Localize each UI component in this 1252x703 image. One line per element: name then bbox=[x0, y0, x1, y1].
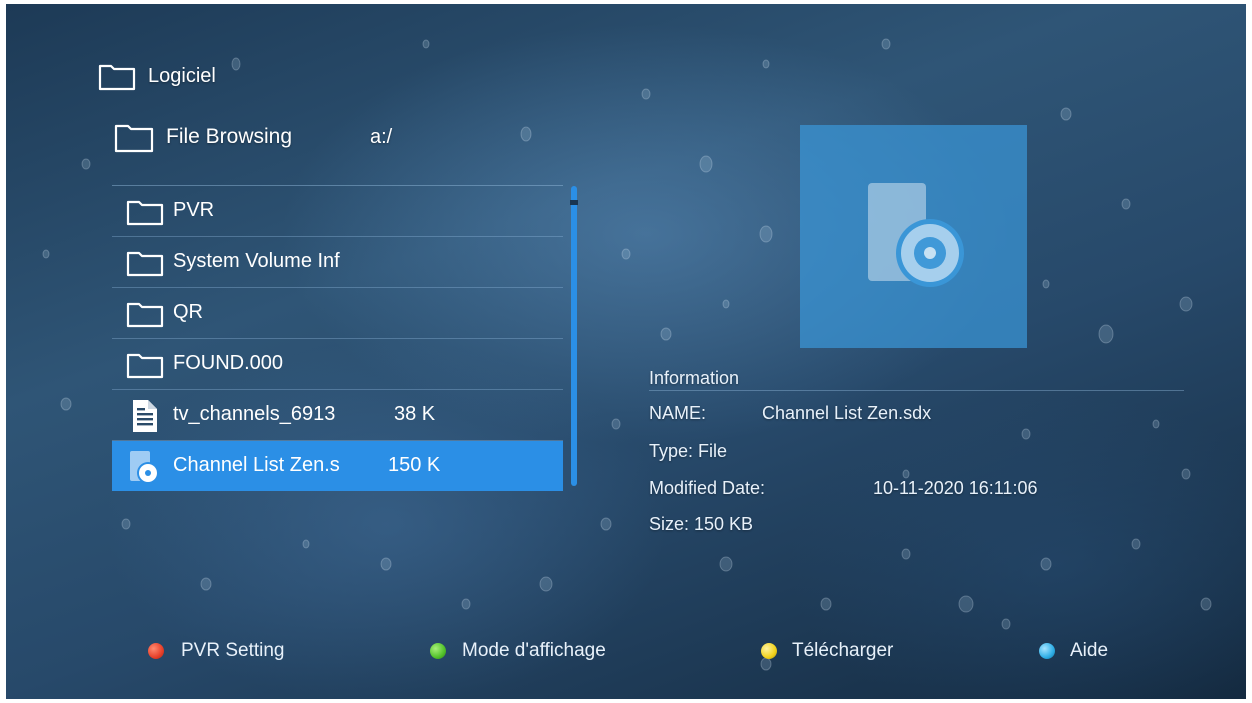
yellow-button-icon bbox=[761, 643, 777, 659]
disc-file-icon bbox=[130, 451, 159, 484]
file-size: 38 K bbox=[394, 403, 436, 425]
blue-button-icon bbox=[1039, 643, 1055, 659]
yellow-key-label: Télécharger bbox=[792, 640, 894, 661]
list-item[interactable]: QR bbox=[112, 288, 563, 339]
folder-icon bbox=[126, 251, 164, 277]
list-item[interactable]: tv_channels_6913 38 K bbox=[112, 390, 563, 441]
list-item[interactable]: System Volume Inf bbox=[112, 237, 563, 288]
green-key-display-mode[interactable]: Mode d'affichage bbox=[428, 640, 668, 666]
list-item[interactable]: PVR bbox=[112, 186, 563, 237]
info-size: Size: 150 KB bbox=[649, 514, 754, 534]
green-button-icon bbox=[430, 643, 446, 659]
disc-file-icon bbox=[868, 183, 964, 287]
file-name: Channel List Zen.s bbox=[173, 454, 340, 476]
file-name: tv_channels_6913 bbox=[173, 403, 336, 425]
yellow-key-download[interactable]: Télécharger bbox=[759, 640, 959, 666]
file-name: System Volume Inf bbox=[173, 250, 340, 272]
file-name: FOUND.000 bbox=[173, 352, 284, 374]
info-name-label: NAME: bbox=[649, 403, 707, 423]
document-icon bbox=[133, 400, 157, 432]
page-title: Logiciel bbox=[148, 65, 216, 87]
folder-icon bbox=[114, 124, 154, 153]
red-key-label: PVR Setting bbox=[181, 640, 285, 661]
file-size: 150 K bbox=[388, 454, 441, 476]
scrollbar[interactable] bbox=[570, 186, 578, 486]
folder-icon bbox=[126, 302, 164, 328]
blue-key-help[interactable]: Aide bbox=[1037, 640, 1157, 666]
screen: Logiciel File Browsing a:/ PVR System Vo… bbox=[6, 4, 1246, 699]
red-button-icon bbox=[148, 643, 164, 659]
info-modified-value: 10-11-2020 16:11:06 bbox=[873, 478, 1038, 498]
info-divider bbox=[649, 390, 1184, 391]
folder-icon bbox=[126, 200, 164, 226]
file-name: QR bbox=[173, 301, 203, 323]
blue-key-label: Aide bbox=[1070, 640, 1109, 661]
info-heading: Information bbox=[649, 368, 740, 388]
info-name-value: Channel List Zen.sdx bbox=[762, 403, 932, 423]
file-name: PVR bbox=[173, 199, 215, 221]
red-key-pvr-setting[interactable]: PVR Setting bbox=[146, 640, 366, 666]
browse-label: File Browsing bbox=[166, 125, 293, 148]
list-item-selected[interactable]: Channel List Zen.s 150 K bbox=[112, 441, 563, 491]
folder-icon bbox=[98, 64, 136, 91]
current-path: a:/ bbox=[370, 126, 393, 148]
folder-icon bbox=[126, 353, 164, 379]
scrollbar-marker bbox=[570, 200, 578, 205]
info-modified-label: Modified Date: bbox=[649, 478, 766, 498]
file-preview bbox=[800, 125, 1027, 348]
info-type: Type: File bbox=[649, 441, 728, 461]
list-item[interactable]: FOUND.000 bbox=[112, 339, 563, 390]
green-key-label: Mode d'affichage bbox=[462, 640, 606, 661]
